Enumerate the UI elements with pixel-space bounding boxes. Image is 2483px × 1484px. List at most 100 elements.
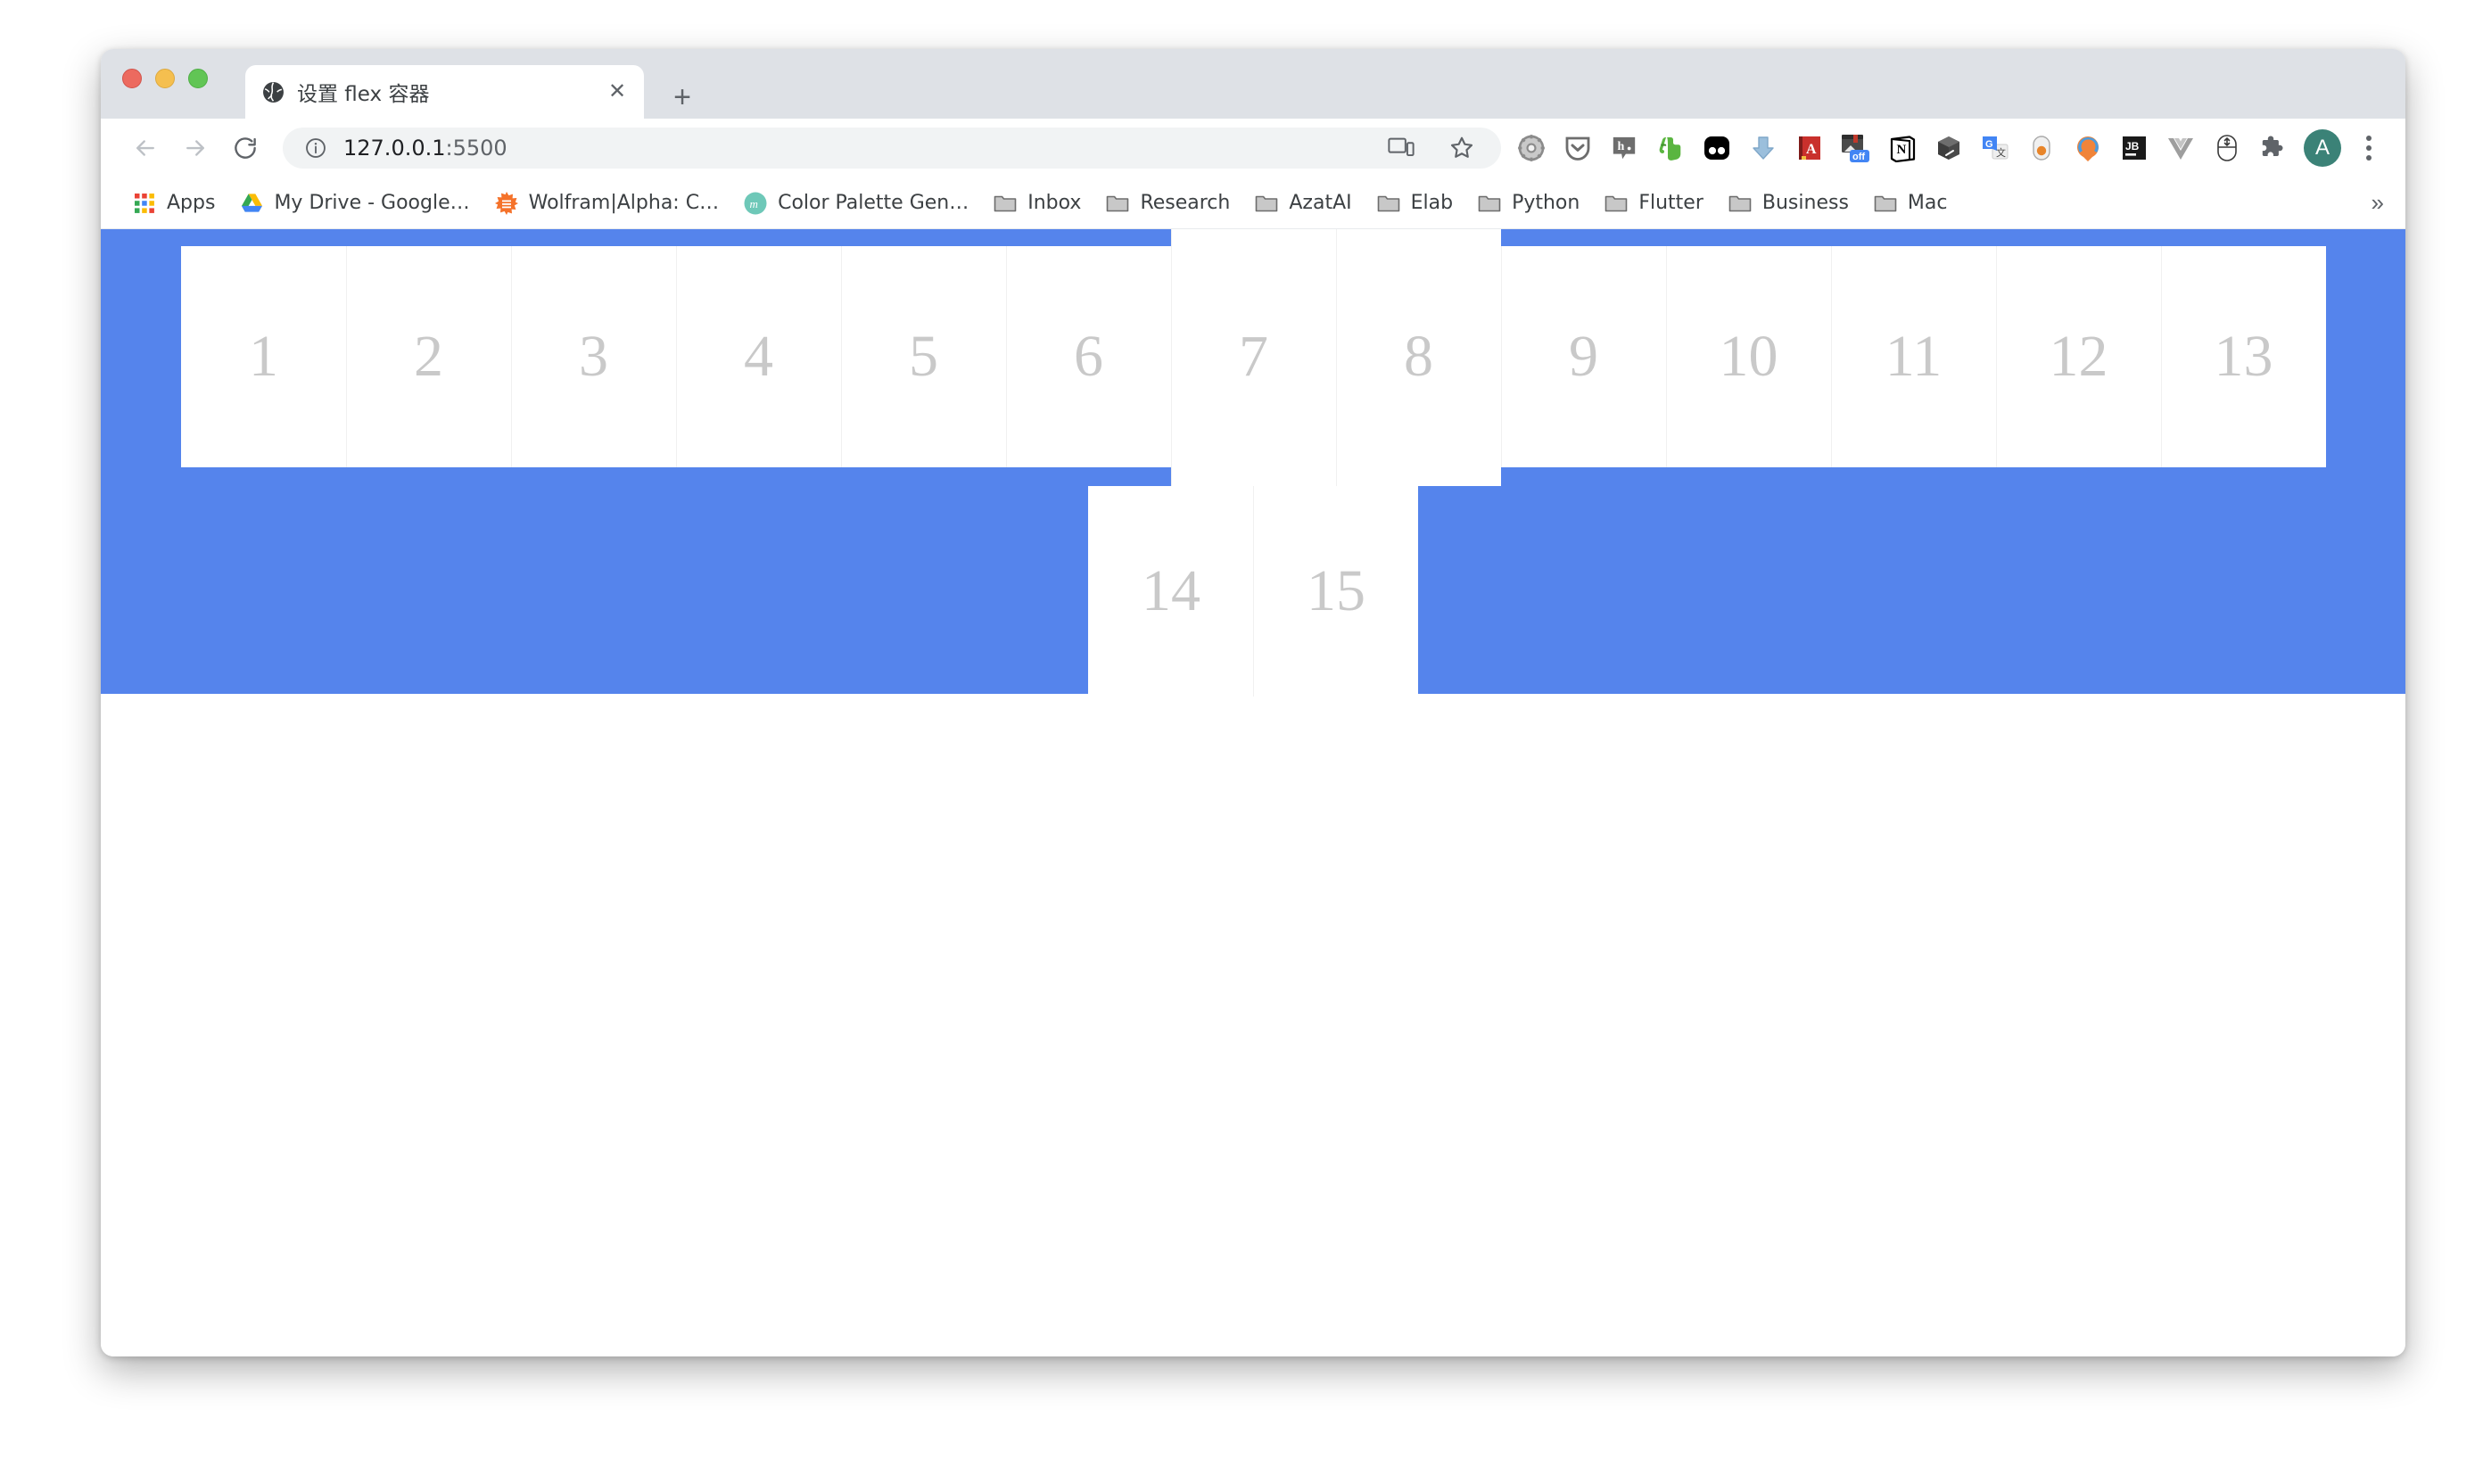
download-arrow-icon[interactable] — [1740, 125, 1786, 171]
bookmark-folder-elab[interactable]: Elab — [1365, 186, 1465, 220]
bookmark-color-palette[interactable]: m Color Palette Gen… — [731, 186, 981, 220]
bookmark-label: Research — [1140, 192, 1231, 214]
notion-icon[interactable]: N — [1879, 125, 1926, 171]
color-palette-icon: m — [744, 192, 767, 215]
evernote-icon[interactable] — [1647, 125, 1694, 171]
flex-item: 4 — [675, 245, 841, 467]
bookmark-label: Mac — [1907, 192, 1948, 214]
browser-menu-button[interactable] — [2347, 126, 2391, 170]
svg-text:off: off — [1852, 152, 1865, 162]
bookmarks-overflow-button[interactable]: » — [2363, 189, 2393, 217]
svg-text:A: A — [1806, 142, 1817, 157]
flex-item: 11 — [1830, 245, 1996, 467]
bookmark-label: Flutter — [1638, 192, 1703, 214]
bookmark-folder-business[interactable]: Business — [1716, 186, 1861, 220]
folder-icon — [1377, 192, 1400, 215]
puzzle-extensions-icon[interactable] — [2250, 125, 2297, 171]
page-viewport: 1 2 3 4 5 6 7 8 9 10 11 12 13 14 15 — [101, 229, 2405, 1356]
flex-item: 1 — [180, 245, 346, 467]
browser-window: 设置 flex 容器 ✕ + 127.0.0.1:5500 h A off N … — [101, 49, 2405, 1356]
back-button[interactable] — [120, 123, 170, 173]
bookmark-folder-flutter[interactable]: Flutter — [1592, 186, 1716, 220]
profile-avatar[interactable]: A — [2304, 129, 2341, 167]
url-text: 127.0.0.1:5500 — [343, 136, 507, 161]
jetbrains-icon[interactable]: JB — [2111, 125, 2157, 171]
svg-text:JB: JB — [2125, 140, 2140, 153]
bookmark-label: Color Palette Gen… — [778, 192, 969, 214]
flex-item: 7 — [1170, 229, 1336, 486]
flex-item: 14 — [1088, 485, 1253, 697]
forward-button[interactable] — [170, 123, 220, 173]
close-tab-button[interactable]: ✕ — [605, 79, 630, 104]
close-window-button[interactable] — [122, 69, 142, 88]
folder-icon — [1478, 192, 1501, 215]
zoom-window-button[interactable] — [188, 69, 208, 88]
address-bar[interactable]: 127.0.0.1:5500 — [283, 128, 1501, 169]
extension-icons: h A off N G 文 JB — [1508, 125, 2297, 171]
mouse-icon[interactable] — [2204, 125, 2250, 171]
flex-item: 12 — [1995, 245, 2161, 467]
folder-icon — [1874, 192, 1897, 215]
new-tab-button[interactable]: + — [666, 81, 698, 113]
cast-icon[interactable] — [1378, 125, 1424, 171]
cube-icon[interactable] — [1926, 125, 1972, 171]
pocket-icon[interactable] — [1555, 125, 1601, 171]
svg-text:G: G — [1985, 139, 1993, 150]
bookmark-folder-research[interactable]: Research — [1093, 186, 1242, 220]
apps-grid-icon — [133, 192, 156, 215]
menu-dot — [2366, 155, 2372, 161]
capsule-icon[interactable] — [2018, 125, 2065, 171]
google-drive-icon — [240, 192, 263, 215]
flex-item: 10 — [1665, 245, 1831, 467]
bookmark-apps[interactable]: Apps — [120, 186, 227, 220]
bookmarks-bar: Apps My Drive - Google… Wolfram|Alpha: C… — [101, 177, 2405, 229]
svg-text:m: m — [750, 197, 758, 210]
red-book-icon[interactable]: A — [1786, 125, 1833, 171]
site-info-icon[interactable] — [302, 135, 329, 161]
bookmark-label: Inbox — [1027, 192, 1082, 214]
svg-text:h: h — [1618, 139, 1625, 153]
hypothesis-icon[interactable]: h — [1601, 125, 1647, 171]
bookmark-wolfram-alpha[interactable]: Wolfram|Alpha: C… — [483, 186, 731, 220]
folder-icon — [1604, 192, 1628, 215]
url-host: 127.0.0.1 — [343, 136, 446, 161]
flex-item: 3 — [510, 245, 676, 467]
bookmark-label: Python — [1512, 192, 1580, 214]
window-traffic-lights — [122, 69, 208, 88]
minimize-window-button[interactable] — [155, 69, 175, 88]
folder-icon — [1106, 192, 1129, 215]
bookmark-folder-inbox[interactable]: Inbox — [981, 186, 1093, 220]
bookmark-label: Elab — [1410, 192, 1454, 214]
browser-toolbar: 127.0.0.1:5500 h A off N G 文 JB A — [101, 119, 2405, 177]
bookmark-star-icon[interactable] — [1439, 125, 1485, 171]
tab-title: 设置 flex 容器 — [297, 83, 430, 106]
dark-reader-icon[interactable] — [1694, 125, 1740, 171]
flex-item: 6 — [1005, 245, 1171, 467]
bookmark-label: Business — [1761, 192, 1849, 214]
globe-icon — [261, 80, 285, 103]
browser-tab[interactable]: 设置 flex 容器 ✕ — [245, 65, 644, 119]
loom-icon[interactable] — [2065, 125, 2111, 171]
vue-devtools-icon[interactable] — [2157, 125, 2204, 171]
menu-dot — [2366, 145, 2372, 151]
folder-icon — [1255, 192, 1278, 215]
bookmark-label: Apps — [167, 192, 216, 214]
folder-icon — [1728, 192, 1752, 215]
bookmark-folder-python[interactable]: Python — [1465, 186, 1592, 220]
menu-dot — [2366, 136, 2372, 141]
bookmark-manager-off-icon[interactable]: off — [1833, 125, 1879, 171]
gear-extension-icon[interactable] — [1508, 125, 1555, 171]
reload-button[interactable] — [220, 123, 270, 173]
bookmark-my-drive[interactable]: My Drive - Google… — [227, 186, 482, 220]
url-port: :5500 — [445, 136, 507, 161]
bookmark-label: AzatAI — [1289, 192, 1352, 214]
flex-container: 1 2 3 4 5 6 7 8 9 10 11 12 13 14 15 — [101, 229, 2405, 697]
tab-strip: 设置 flex 容器 ✕ + — [101, 49, 2405, 119]
bookmark-folder-azatai[interactable]: AzatAI — [1242, 186, 1364, 220]
flex-item: 5 — [840, 245, 1006, 467]
folder-icon — [994, 192, 1017, 215]
bookmark-label: My Drive - Google… — [274, 192, 470, 214]
google-translate-icon[interactable]: G 文 — [1972, 125, 2018, 171]
bookmark-folder-mac[interactable]: Mac — [1861, 186, 1960, 220]
omnibox-actions — [1378, 125, 1494, 171]
